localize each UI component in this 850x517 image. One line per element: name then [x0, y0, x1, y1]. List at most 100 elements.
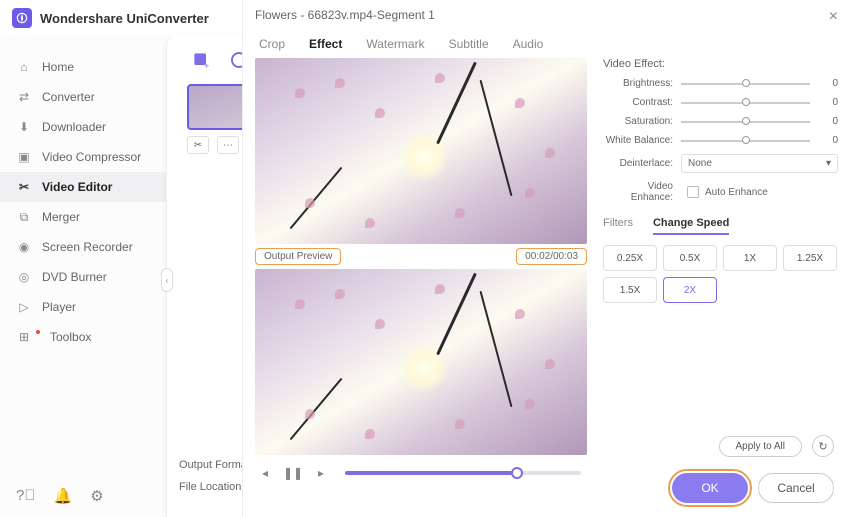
- sidebar-item-video-editor[interactable]: ✂ Video Editor: [0, 172, 166, 202]
- svg-text:+: +: [204, 60, 209, 70]
- saturation-slider[interactable]: [681, 121, 810, 123]
- subtab-change-speed[interactable]: Change Speed: [653, 217, 729, 235]
- deinterlace-select[interactable]: None ▾: [681, 154, 838, 173]
- sidebar-item-label: Screen Recorder: [42, 240, 133, 254]
- sidebar: ⌂ Home ⇄ Converter ⬇ Downloader ▣ Video Comp…: [0, 36, 166, 517]
- add-file-icon[interactable]: +: [191, 50, 211, 70]
- next-frame-button[interactable]: ▸: [311, 463, 331, 483]
- ok-button[interactable]: OK: [672, 473, 748, 503]
- output-preview: [255, 269, 587, 455]
- white-balance-label: White Balance:: [603, 135, 673, 146]
- brightness-label: Brightness:: [603, 78, 673, 89]
- deinterlace-row: Deinterlace: None ▾: [603, 154, 838, 173]
- play-icon: ▷: [16, 299, 32, 315]
- brightness-slider[interactable]: [681, 83, 810, 85]
- effect-editor-panel: Flowers - 66823v.mp4-Segment 1 × Crop Ef…: [242, 0, 850, 517]
- original-preview: [255, 58, 587, 244]
- tab-effect[interactable]: Effect: [309, 37, 342, 51]
- sidebar-item-label: Toolbox: [50, 330, 91, 344]
- speed-1-25x[interactable]: 1.25X: [783, 245, 837, 271]
- cancel-button[interactable]: Cancel: [758, 473, 834, 503]
- sidebar-item-label: Converter: [42, 90, 95, 104]
- reset-button[interactable]: ↻: [812, 435, 834, 457]
- contrast-row: Contrast: 0: [603, 97, 838, 108]
- tab-audio[interactable]: Audio: [513, 37, 544, 51]
- collapse-sidebar-button[interactable]: ‹: [161, 268, 173, 292]
- sidebar-item-label: DVD Burner: [42, 270, 107, 284]
- subtab-filters[interactable]: Filters: [603, 217, 633, 235]
- speed-2x[interactable]: 2X: [663, 277, 717, 303]
- time-display: 00:02/00:03: [516, 248, 587, 265]
- sidebar-item-label: Video Compressor: [42, 150, 141, 164]
- sidebar-item-label: Home: [42, 60, 74, 74]
- settings-icon[interactable]: ⚙: [90, 487, 103, 505]
- download-icon: ⬇: [16, 119, 32, 135]
- contrast-label: Contrast:: [603, 97, 673, 108]
- notification-dot: [36, 330, 40, 334]
- effect-subtabs: Filters Change Speed: [603, 217, 838, 235]
- sidebar-item-compressor[interactable]: ▣ Video Compressor: [0, 142, 166, 172]
- cut-tool[interactable]: ✂: [187, 136, 209, 154]
- app-title: Wondershare UniConverter: [40, 11, 209, 26]
- sidebar-item-downloader[interactable]: ⬇ Downloader: [0, 112, 166, 142]
- sidebar-item-label: Video Editor: [42, 180, 112, 194]
- sidebar-item-label: Merger: [42, 210, 80, 224]
- contrast-value: 0: [818, 97, 838, 108]
- white-balance-row: White Balance: 0: [603, 135, 838, 146]
- output-preview-label: Output Preview: [255, 248, 341, 265]
- sidebar-item-label: Downloader: [42, 120, 106, 134]
- status-bar-icons: ?⃝ 🔔 ⚙: [16, 487, 104, 505]
- sidebar-item-toolbox[interactable]: ⊞ Toolbox: [0, 322, 166, 352]
- white-balance-value: 0: [818, 135, 838, 146]
- apply-to-all-button[interactable]: Apply to All: [719, 436, 802, 457]
- speed-grid: 0.25X 0.5X 1X 1.25X 1.5X 2X: [603, 245, 838, 303]
- video-effect-title: Video Effect:: [603, 58, 838, 70]
- saturation-value: 0: [818, 116, 838, 127]
- tab-subtitle[interactable]: Subtitle: [449, 37, 489, 51]
- edit-tool[interactable]: ⋯: [217, 136, 239, 154]
- deinterlace-label: Deinterlace:: [603, 158, 673, 169]
- saturation-row: Saturation: 0: [603, 116, 838, 127]
- clip-thumbnail-row: ✂ ⋯: [187, 84, 245, 154]
- merge-icon: ⧉: [16, 209, 32, 225]
- prev-frame-button[interactable]: ◂: [255, 463, 275, 483]
- close-icon[interactable]: ×: [829, 8, 838, 26]
- record-icon: ◉: [16, 239, 32, 255]
- clip-thumbnail[interactable]: [187, 84, 245, 130]
- speed-0-5x[interactable]: 0.5X: [663, 245, 717, 271]
- speed-1-5x[interactable]: 1.5X: [603, 277, 657, 303]
- tab-watermark[interactable]: Watermark: [366, 37, 424, 51]
- chevron-down-icon: ▾: [826, 158, 831, 169]
- sidebar-item-merger[interactable]: ⧉ Merger: [0, 202, 166, 232]
- tab-crop[interactable]: Crop: [259, 37, 285, 51]
- home-icon: ⌂: [16, 59, 32, 75]
- auto-enhance-label: Auto Enhance: [705, 187, 768, 198]
- notifications-icon[interactable]: 🔔: [54, 487, 73, 505]
- scissors-icon: ✂: [16, 179, 32, 195]
- pause-button[interactable]: ❚❚: [283, 463, 303, 483]
- speed-1x[interactable]: 1X: [723, 245, 777, 271]
- sidebar-item-converter[interactable]: ⇄ Converter: [0, 82, 166, 112]
- auto-enhance-checkbox[interactable]: [687, 186, 699, 198]
- sidebar-item-player[interactable]: ▷ Player: [0, 292, 166, 322]
- brightness-value: 0: [818, 78, 838, 89]
- toolbox-icon: ⊞: [16, 329, 32, 345]
- saturation-label: Saturation:: [603, 116, 673, 127]
- white-balance-slider[interactable]: [681, 140, 810, 142]
- sidebar-item-home[interactable]: ⌂ Home: [0, 52, 166, 82]
- timeline-slider[interactable]: [345, 471, 581, 475]
- enhance-label: Video Enhance:: [603, 181, 673, 203]
- converter-icon: ⇄: [16, 89, 32, 105]
- sidebar-item-dvd-burner[interactable]: ◎DVD Burner: [0, 262, 166, 292]
- brightness-row: Brightness: 0: [603, 78, 838, 89]
- app-logo: [12, 8, 32, 28]
- sidebar-item-label: Player: [42, 300, 76, 314]
- deinterlace-value: None: [688, 158, 712, 169]
- editor-title: Flowers - 66823v.mp4-Segment 1: [243, 0, 850, 30]
- compress-icon: ▣: [16, 149, 32, 165]
- speed-0-25x[interactable]: 0.25X: [603, 245, 657, 271]
- contrast-slider[interactable]: [681, 102, 810, 104]
- editor-tabs: Crop Effect Watermark Subtitle Audio: [243, 30, 850, 58]
- sidebar-item-screen-recorder[interactable]: ◉ Screen Recorder: [0, 232, 166, 262]
- help-icon[interactable]: ?⃝: [16, 487, 36, 505]
